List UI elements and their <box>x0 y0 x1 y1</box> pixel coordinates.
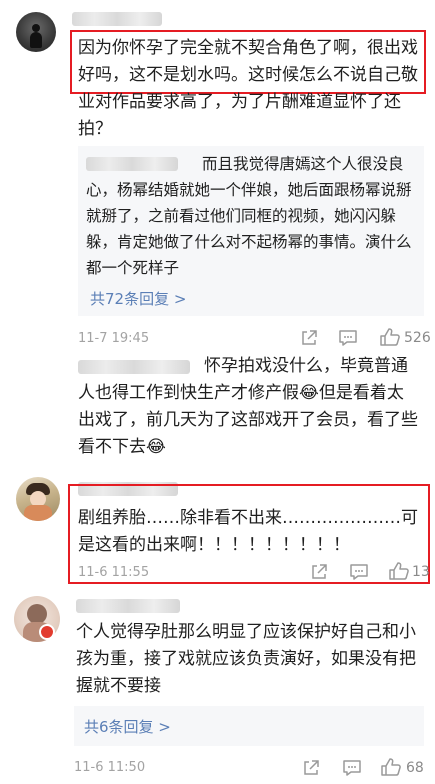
share-icon[interactable] <box>300 329 318 351</box>
share-icon[interactable] <box>310 563 328 585</box>
share-icon[interactable] <box>302 759 320 781</box>
comment-text: 怀孕拍戏没什么，毕竟普通人也得工作到快生产才修产假😂但是看着太出戏了，前几天为了… <box>78 356 418 457</box>
timestamp: 11-7 19:45 <box>78 331 150 346</box>
timestamp: 11-6 11:55 <box>78 565 150 580</box>
like-count: 13 <box>412 564 430 580</box>
avatar[interactable] <box>16 12 56 52</box>
comment-icon[interactable] <box>342 759 362 781</box>
verified-badge-icon <box>39 624 55 640</box>
comment-text: 剧组养胎……除非看不出来…………………可是这看的出来啊！！！！！！！！！ <box>78 508 418 555</box>
reply-text: 而且我觉得唐嫣这个人很没良心，杨幂结婚就她一个伴娘，她后面跟杨幂说掰就掰了，之前… <box>86 155 412 277</box>
like-icon[interactable] <box>388 561 410 585</box>
timestamp: 11-6 11:50 <box>74 760 146 775</box>
username-blurred[interactable] <box>76 599 180 613</box>
like-icon[interactable] <box>380 757 402 781</box>
view-replies-link[interactable]: 共6条回复 > <box>84 716 171 737</box>
like-icon[interactable] <box>379 327 401 351</box>
view-replies-link[interactable]: 共72条回复 > <box>90 288 186 309</box>
comment-text: 个人觉得孕肚那么明显了应该保护好自己和小孩为重，接了戏就应该负责演好，如果没有把… <box>76 622 416 696</box>
like-count: 68 <box>406 760 424 776</box>
comment-text: 因为你怀孕了完全就不契合角色了啊，很出戏好吗，这不是划水吗。这时候怎么不说自己敬… <box>78 38 418 139</box>
comment-icon[interactable] <box>338 329 358 351</box>
like-count: 526 <box>404 330 431 346</box>
comment-icon[interactable] <box>349 563 369 585</box>
avatar[interactable] <box>16 477 60 521</box>
username-blurred[interactable] <box>72 12 162 26</box>
